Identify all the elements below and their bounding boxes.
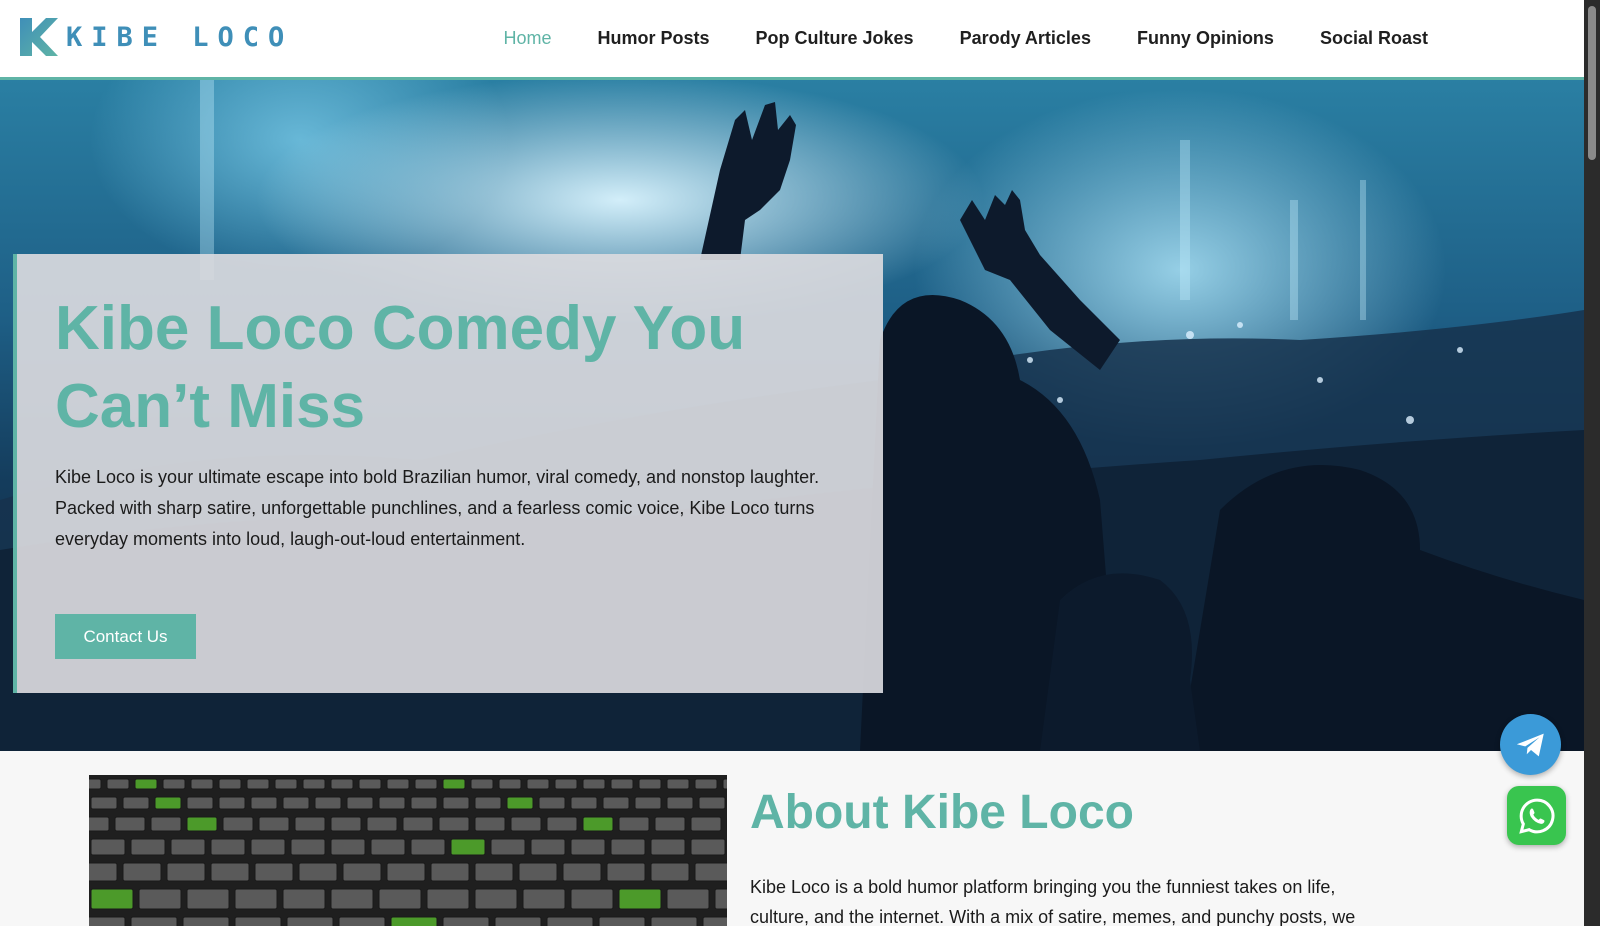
main-nav: Home Humor Posts Pop Culture Jokes Parod… xyxy=(503,0,1428,77)
telegram-button[interactable] xyxy=(1500,714,1561,775)
whatsapp-button[interactable] xyxy=(1507,786,1566,845)
about-title: About Kibe Loco xyxy=(750,786,1134,839)
hero-description: Kibe Loco is your ultimate escape into b… xyxy=(55,467,820,549)
nav-parody-articles[interactable]: Parody Articles xyxy=(960,28,1091,49)
cube-grid-image xyxy=(89,775,727,926)
hero-card: Kibe Loco Comedy You Can’t Miss Kibe Loc… xyxy=(13,254,883,693)
nav-funny-opinions[interactable]: Funny Opinions xyxy=(1137,28,1274,49)
scrollbar-thumb[interactable] xyxy=(1588,6,1596,160)
brand-name: KIBE LOCO xyxy=(66,21,294,53)
hero-section: Kibe Loco Comedy You Can’t Miss Kibe Loc… xyxy=(0,80,1584,751)
whatsapp-icon xyxy=(1518,798,1554,834)
page-scrollbar[interactable] xyxy=(1584,0,1600,926)
nav-humor-posts[interactable]: Humor Posts xyxy=(597,28,709,49)
about-image xyxy=(89,775,727,926)
telegram-icon xyxy=(1516,733,1544,756)
about-description: Kibe Loco is a bold humor platform bring… xyxy=(750,877,1356,926)
nav-social-roast[interactable]: Social Roast xyxy=(1320,28,1428,49)
site-logo[interactable]: KIBE LOCO xyxy=(18,16,293,58)
k-logo-icon xyxy=(20,18,58,56)
nav-pop-culture-jokes[interactable]: Pop Culture Jokes xyxy=(756,28,914,49)
nav-home[interactable]: Home xyxy=(503,28,551,49)
contact-us-button[interactable]: Contact Us xyxy=(55,614,196,659)
site-header: KIBE LOCO Home Humor Posts Pop Culture J… xyxy=(0,0,1584,80)
hero-title: Kibe Loco Comedy You Can’t Miss xyxy=(55,294,746,441)
